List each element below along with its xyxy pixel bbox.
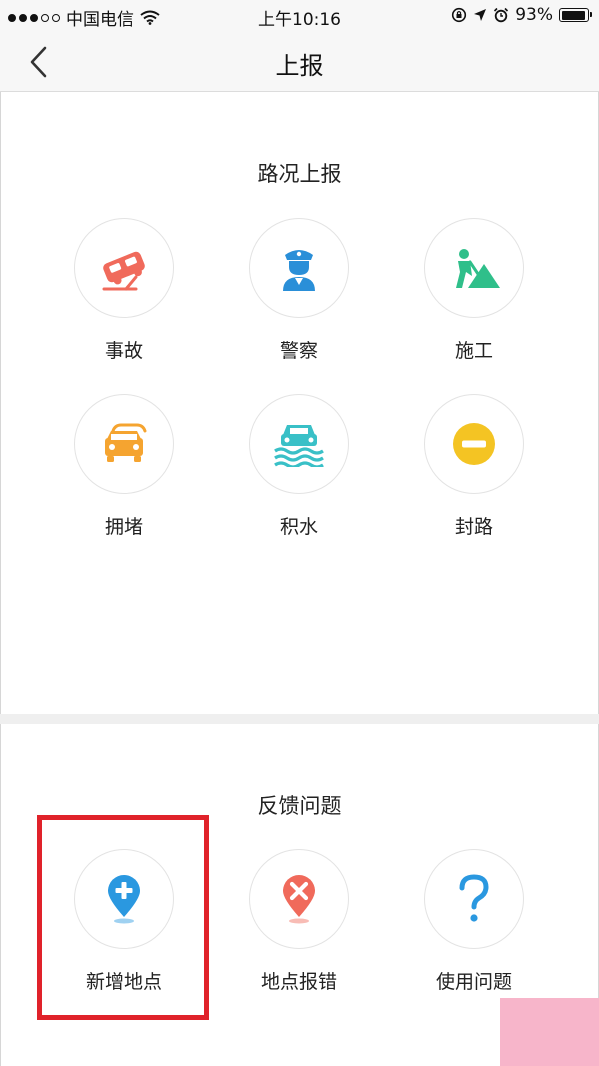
police-icon	[283, 250, 315, 291]
battery-icon	[559, 8, 592, 22]
road-closed-icon	[453, 423, 495, 465]
location-arrow-icon	[474, 9, 487, 21]
status-right: 93%	[451, 5, 592, 25]
question-icon	[459, 874, 489, 922]
corner-overlay	[500, 998, 599, 1066]
flooding-circle	[249, 394, 349, 494]
location-error-icon	[283, 875, 315, 924]
construction-icon	[456, 249, 500, 288]
section-divider	[0, 714, 599, 724]
report-construction-button[interactable]: 施工	[394, 218, 554, 363]
highlight-box	[37, 815, 209, 1020]
report-flooding-button[interactable]: 积水	[219, 394, 379, 539]
police-label: 警察	[279, 340, 318, 362]
page-title: 上报	[275, 52, 324, 80]
usage-question-label: 使用问题	[435, 971, 512, 993]
alarm-icon	[494, 7, 509, 23]
report-accident-button[interactable]: 事故	[44, 218, 204, 363]
report-congestion-button[interactable]: 拥堵	[44, 394, 204, 539]
road-report-title: 路况上报	[257, 162, 342, 186]
report-road-closed-button[interactable]: 封路	[394, 394, 554, 539]
traffic-jam-icon	[105, 423, 147, 462]
battery-level	[561, 10, 585, 20]
usage-question-button[interactable]: 使用问题	[394, 849, 554, 994]
flooding-label: 积水	[279, 516, 318, 538]
road-closed-label: 封路	[454, 516, 493, 538]
accident-circle	[74, 218, 174, 318]
flooding-icon	[274, 425, 324, 467]
road-closed-circle	[424, 394, 524, 494]
construction-circle	[424, 218, 524, 318]
congestion-circle	[74, 394, 174, 494]
usage-question-circle	[424, 849, 524, 949]
location-error-button[interactable]: 地点报错	[219, 849, 379, 994]
accident-label: 事故	[104, 340, 143, 362]
police-circle	[249, 218, 349, 318]
report-police-button[interactable]: 警察	[219, 218, 379, 363]
location-error-circle	[249, 849, 349, 949]
congestion-label: 拥堵	[104, 516, 143, 538]
orientation-lock-icon	[452, 7, 467, 23]
status-bar: 中国电信 上午10:16 93%	[0, 0, 599, 32]
battery-percent: 93%	[515, 5, 553, 25]
location-error-label: 地点报错	[260, 971, 337, 993]
accident-car-icon	[102, 251, 145, 291]
navigation-bar: 上报	[0, 32, 599, 92]
construction-label: 施工	[454, 340, 493, 362]
